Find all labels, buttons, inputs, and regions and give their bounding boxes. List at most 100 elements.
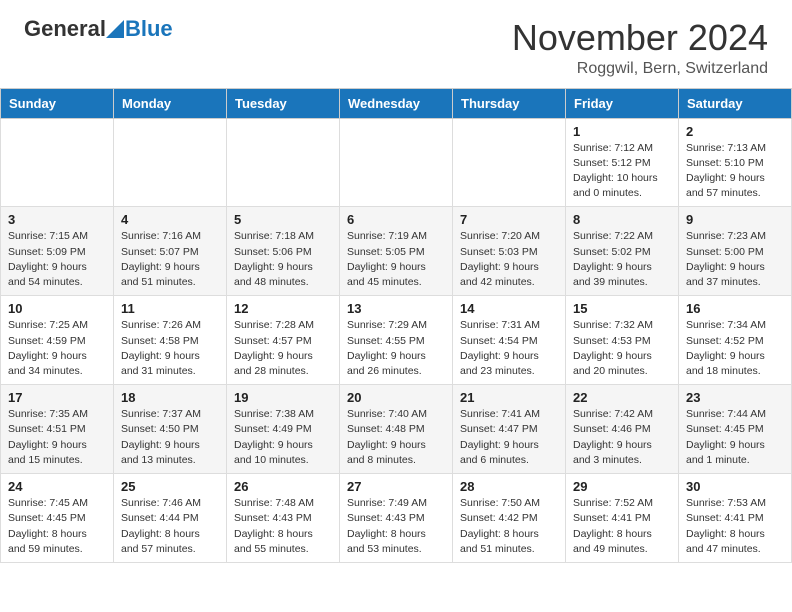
day-number: 5 (234, 212, 332, 227)
day-info: Sunrise: 7:20 AM Sunset: 5:03 PM Dayligh… (460, 229, 558, 290)
day-number: 12 (234, 301, 332, 316)
calendar-table: SundayMondayTuesdayWednesdayThursdayFrid… (0, 88, 792, 563)
calendar-cell: 28 Sunrise: 7:50 AM Sunset: 4:42 PM Dayli… (453, 474, 566, 563)
calendar-cell: 18 Sunrise: 7:37 AM Sunset: 4:50 PM Dayli… (114, 385, 227, 474)
day-number: 20 (347, 390, 445, 405)
day-info: Sunrise: 7:23 AM Sunset: 5:00 PM Dayligh… (686, 229, 784, 290)
day-info: Sunrise: 7:38 AM Sunset: 4:49 PM Dayligh… (234, 407, 332, 468)
calendar-cell: 26 Sunrise: 7:48 AM Sunset: 4:43 PM Dayli… (227, 474, 340, 563)
day-info: Sunrise: 7:26 AM Sunset: 4:58 PM Dayligh… (121, 318, 219, 379)
day-number: 14 (460, 301, 558, 316)
day-number: 30 (686, 479, 784, 494)
weekday-header-friday: Friday (566, 88, 679, 118)
day-number: 16 (686, 301, 784, 316)
day-info: Sunrise: 7:53 AM Sunset: 4:41 PM Dayligh… (686, 496, 784, 557)
day-number: 25 (121, 479, 219, 494)
calendar-cell: 30 Sunrise: 7:53 AM Sunset: 4:41 PM Dayli… (679, 474, 792, 563)
calendar-cell: 14 Sunrise: 7:31 AM Sunset: 4:54 PM Dayli… (453, 296, 566, 385)
page: General Blue November 2024 Roggwil, Bern… (0, 0, 792, 563)
day-info: Sunrise: 7:37 AM Sunset: 4:50 PM Dayligh… (121, 407, 219, 468)
calendar-cell: 12Sunrise: 7:28 AM Sunset: 4:57 PM Dayli… (227, 296, 340, 385)
calendar-cell (340, 118, 453, 207)
calendar-cell: 19 Sunrise: 7:38 AM Sunset: 4:49 PM Dayli… (227, 385, 340, 474)
day-info: Sunrise: 7:16 AM Sunset: 5:07 PM Dayligh… (121, 229, 219, 290)
day-info: Sunrise: 7:49 AM Sunset: 4:43 PM Dayligh… (347, 496, 445, 557)
calendar-cell: 10 Sunrise: 7:25 AM Sunset: 4:59 PM Dayli… (1, 296, 114, 385)
day-info: Sunrise: 7:19 AM Sunset: 5:05 PM Dayligh… (347, 229, 445, 290)
calendar-week-4: 17 Sunrise: 7:35 AM Sunset: 4:51 PM Dayli… (1, 385, 792, 474)
day-number: 6 (347, 212, 445, 227)
day-number: 8 (573, 212, 671, 227)
logo-general-text: General (24, 18, 106, 40)
day-number: 10 (8, 301, 106, 316)
calendar-week-1: 1Sunrise: 7:12 AM Sunset: 5:12 PM Daylig… (1, 118, 792, 207)
weekday-header-monday: Monday (114, 88, 227, 118)
calendar-cell: 15 Sunrise: 7:32 AM Sunset: 4:53 PM Dayli… (566, 296, 679, 385)
calendar-cell: 17 Sunrise: 7:35 AM Sunset: 4:51 PM Dayli… (1, 385, 114, 474)
day-info: Sunrise: 7:34 AM Sunset: 4:52 PM Dayligh… (686, 318, 784, 379)
day-number: 26 (234, 479, 332, 494)
calendar-cell: 5 Sunrise: 7:18 AM Sunset: 5:06 PM Daylig… (227, 207, 340, 296)
day-info: Sunrise: 7:22 AM Sunset: 5:02 PM Dayligh… (573, 229, 671, 290)
calendar-cell: 27Sunrise: 7:49 AM Sunset: 4:43 PM Dayli… (340, 474, 453, 563)
day-info: Sunrise: 7:40 AM Sunset: 4:48 PM Dayligh… (347, 407, 445, 468)
day-number: 19 (234, 390, 332, 405)
weekday-header-wednesday: Wednesday (340, 88, 453, 118)
calendar-cell: 11Sunrise: 7:26 AM Sunset: 4:58 PM Dayli… (114, 296, 227, 385)
header: General Blue November 2024 Roggwil, Bern… (0, 0, 792, 88)
day-info: Sunrise: 7:29 AM Sunset: 4:55 PM Dayligh… (347, 318, 445, 379)
calendar-cell (114, 118, 227, 207)
day-info: Sunrise: 7:45 AM Sunset: 4:45 PM Dayligh… (8, 496, 106, 557)
day-number: 21 (460, 390, 558, 405)
calendar-cell: 7 Sunrise: 7:20 AM Sunset: 5:03 PM Daylig… (453, 207, 566, 296)
day-info: Sunrise: 7:48 AM Sunset: 4:43 PM Dayligh… (234, 496, 332, 557)
day-info: Sunrise: 7:25 AM Sunset: 4:59 PM Dayligh… (8, 318, 106, 379)
logo-triangle-icon (106, 20, 124, 38)
day-info: Sunrise: 7:42 AM Sunset: 4:46 PM Dayligh… (573, 407, 671, 468)
calendar-cell: 1Sunrise: 7:12 AM Sunset: 5:12 PM Daylig… (566, 118, 679, 207)
day-info: Sunrise: 7:12 AM Sunset: 5:12 PM Dayligh… (573, 141, 671, 202)
logo: General Blue (24, 18, 173, 40)
calendar-cell: 23Sunrise: 7:44 AM Sunset: 4:45 PM Dayli… (679, 385, 792, 474)
day-number: 17 (8, 390, 106, 405)
day-number: 3 (8, 212, 106, 227)
calendar-cell: 20 Sunrise: 7:40 AM Sunset: 4:48 PM Dayli… (340, 385, 453, 474)
day-info: Sunrise: 7:15 AM Sunset: 5:09 PM Dayligh… (8, 229, 106, 290)
logo-blue-text: Blue (125, 18, 173, 40)
calendar-cell: 22Sunrise: 7:42 AM Sunset: 4:46 PM Dayli… (566, 385, 679, 474)
calendar-week-5: 24 Sunrise: 7:45 AM Sunset: 4:45 PM Dayli… (1, 474, 792, 563)
calendar-cell: 25 Sunrise: 7:46 AM Sunset: 4:44 PM Dayli… (114, 474, 227, 563)
day-info: Sunrise: 7:31 AM Sunset: 4:54 PM Dayligh… (460, 318, 558, 379)
day-number: 7 (460, 212, 558, 227)
day-number: 28 (460, 479, 558, 494)
day-number: 24 (8, 479, 106, 494)
calendar-cell: 13Sunrise: 7:29 AM Sunset: 4:55 PM Dayli… (340, 296, 453, 385)
day-number: 2 (686, 124, 784, 139)
day-info: Sunrise: 7:35 AM Sunset: 4:51 PM Dayligh… (8, 407, 106, 468)
calendar-cell: 21Sunrise: 7:41 AM Sunset: 4:47 PM Dayli… (453, 385, 566, 474)
day-number: 29 (573, 479, 671, 494)
calendar-cell: 9Sunrise: 7:23 AM Sunset: 5:00 PM Daylig… (679, 207, 792, 296)
weekday-header-tuesday: Tuesday (227, 88, 340, 118)
day-info: Sunrise: 7:13 AM Sunset: 5:10 PM Dayligh… (686, 141, 784, 202)
calendar-cell: 16 Sunrise: 7:34 AM Sunset: 4:52 PM Dayli… (679, 296, 792, 385)
calendar-cell: 4 Sunrise: 7:16 AM Sunset: 5:07 PM Daylig… (114, 207, 227, 296)
day-number: 18 (121, 390, 219, 405)
location: Roggwil, Bern, Switzerland (512, 60, 768, 78)
calendar-cell: 3 Sunrise: 7:15 AM Sunset: 5:09 PM Daylig… (1, 207, 114, 296)
day-info: Sunrise: 7:44 AM Sunset: 4:45 PM Dayligh… (686, 407, 784, 468)
calendar-cell: 6 Sunrise: 7:19 AM Sunset: 5:05 PM Daylig… (340, 207, 453, 296)
day-info: Sunrise: 7:50 AM Sunset: 4:42 PM Dayligh… (460, 496, 558, 557)
calendar-cell (1, 118, 114, 207)
calendar-cell (227, 118, 340, 207)
calendar-week-3: 10 Sunrise: 7:25 AM Sunset: 4:59 PM Dayli… (1, 296, 792, 385)
month-title: November 2024 (512, 18, 768, 58)
weekday-header-saturday: Saturday (679, 88, 792, 118)
day-info: Sunrise: 7:46 AM Sunset: 4:44 PM Dayligh… (121, 496, 219, 557)
day-info: Sunrise: 7:32 AM Sunset: 4:53 PM Dayligh… (573, 318, 671, 379)
day-info: Sunrise: 7:18 AM Sunset: 5:06 PM Dayligh… (234, 229, 332, 290)
day-number: 4 (121, 212, 219, 227)
weekday-header-thursday: Thursday (453, 88, 566, 118)
calendar-header-row: SundayMondayTuesdayWednesdayThursdayFrid… (1, 88, 792, 118)
day-number: 15 (573, 301, 671, 316)
